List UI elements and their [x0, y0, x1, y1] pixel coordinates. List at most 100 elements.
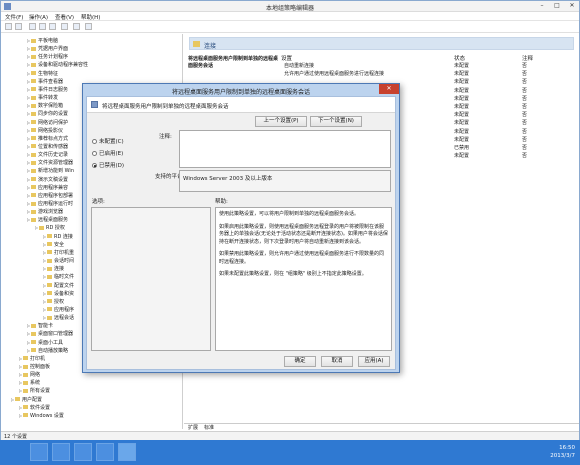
menu-action[interactable]: 操作(A): [29, 13, 48, 21]
tree-node[interactable]: ▷ 应用程序: [43, 306, 74, 313]
tab-extended[interactable]: 扩展: [188, 424, 198, 431]
powershell-icon[interactable]: [52, 443, 70, 461]
tree-node[interactable]: ▷ 生物特征: [27, 70, 58, 77]
internet-explorer-icon[interactable]: [96, 443, 114, 461]
tree-node[interactable]: ▷ 桌面小工具: [27, 339, 63, 346]
tree-node[interactable]: ▷ 数字保险箱: [27, 102, 63, 109]
column-setting[interactable]: 设置: [281, 54, 292, 62]
note-textarea[interactable]: [179, 130, 391, 168]
file-explorer-icon[interactable]: [74, 443, 92, 461]
tree-node[interactable]: ▷ 网络投影仪: [27, 127, 63, 134]
tree-node[interactable]: ▷ 设备和资: [43, 290, 74, 297]
tree-node[interactable]: ▷ 会话时间: [43, 257, 74, 264]
status-bar: 12 个设置: [1, 431, 579, 440]
up-icon[interactable]: [29, 23, 36, 30]
tree-node[interactable]: ▷ 安全: [43, 241, 64, 248]
radio-not-configured[interactable]: 未配置(C): [92, 137, 124, 145]
next-setting-button[interactable]: 下一个设置(N): [310, 116, 362, 127]
folder-icon: [31, 46, 36, 51]
tree-node[interactable]: ▷ 软件设置: [19, 404, 50, 411]
maximize-button[interactable]: □: [550, 1, 564, 11]
tree-node[interactable]: ▷ 自动播放策略: [27, 347, 68, 354]
menu-file[interactable]: 文件(F): [5, 13, 23, 21]
tree-node[interactable]: ▷ 位置和传感器: [27, 143, 68, 150]
dialog-close-button[interactable]: ✕: [379, 84, 399, 94]
radio-circle: [92, 151, 97, 156]
minimize-button[interactable]: –: [535, 1, 549, 11]
server-manager-icon[interactable]: [30, 443, 48, 461]
tree-node[interactable]: ▷ 授权: [43, 298, 64, 305]
apply-button[interactable]: 应用(A): [358, 356, 390, 367]
tree-node[interactable]: ▷ RD 连接: [43, 233, 73, 240]
setting-row-name[interactable]: 允许用户通过使用远程桌面服务进行远程连接: [284, 70, 384, 77]
tree-node[interactable]: ▷ 打印机重: [43, 249, 74, 256]
tree-node[interactable]: ▷ 事件日志服务: [27, 86, 68, 93]
forward-icon[interactable]: [15, 23, 22, 30]
properties-icon[interactable]: [73, 23, 80, 30]
tree-node[interactable]: ▷ 打印机: [19, 355, 45, 362]
setting-row-state: 未配置: [454, 79, 470, 86]
show-hide-tree-icon[interactable]: [39, 23, 46, 30]
tree-node-label: 事件日志服务: [38, 86, 69, 93]
menu-view[interactable]: 查看(V): [55, 13, 74, 21]
radio-disabled[interactable]: 已禁用(D): [92, 161, 124, 169]
tree-node[interactable]: ▷ 桌面窗口管理器: [27, 330, 73, 337]
setting-row-name[interactable]: 自动重新连接: [284, 62, 314, 69]
tree-node[interactable]: ▷ 远程会话: [43, 314, 74, 321]
close-button[interactable]: ✕: [565, 1, 579, 11]
column-note[interactable]: 注释: [522, 54, 533, 62]
tree-node[interactable]: ▷ 同步你的设置: [27, 110, 68, 117]
tree-node[interactable]: ▷ 凭据用户界面: [27, 45, 68, 52]
tree-node[interactable]: ▷ 事件查看器: [27, 78, 63, 85]
tree-node[interactable]: ▷ 任务计划程序: [27, 53, 68, 60]
folder-icon: [31, 144, 36, 149]
tree-node[interactable]: ▷ 网络: [19, 371, 40, 378]
tab-standard[interactable]: 标准: [204, 424, 214, 431]
menu-help[interactable]: 帮助(H): [81, 13, 100, 21]
tree-node[interactable]: ▷ 应用程序包部署: [27, 192, 73, 199]
tree-node[interactable]: ▷ 系统: [19, 379, 40, 386]
tree-node[interactable]: ▷ Windows 设置: [19, 412, 64, 419]
tree-node[interactable]: ▷ 演示文稿设置: [27, 176, 68, 183]
folder-icon: [47, 299, 52, 304]
radio-enabled[interactable]: 已启用(E): [92, 149, 123, 157]
tree-node-label: 设备和资: [54, 290, 75, 297]
tree-node[interactable]: ▷ 临时文件: [43, 273, 74, 280]
tree-node[interactable]: ▷ 新增功能到 Win: [27, 167, 74, 174]
folder-icon: [31, 79, 36, 84]
column-state[interactable]: 状态: [454, 54, 465, 62]
help-panel[interactable]: 使用此策略设置，可以将用户限制到单独的远程桌面服务会话。 如果启用此策略设置，则…: [215, 207, 392, 351]
tree-node[interactable]: ▷ 网络访问保护: [27, 119, 68, 126]
tree-node[interactable]: ▷ 控制面板: [19, 363, 50, 370]
tree-node[interactable]: ▷ 推荐标点方式: [27, 135, 68, 142]
tree-node[interactable]: ▷ 设备和驱动程序兼容性: [27, 61, 88, 68]
tree-node[interactable]: ▷ 配置文件: [43, 282, 74, 289]
tree-node[interactable]: ▷ 远程桌面服务: [27, 216, 68, 223]
folder-icon: [23, 405, 28, 410]
tree-node[interactable]: ▷ 应用程序兼容: [27, 184, 68, 191]
tree-node[interactable]: ▷ 所有设置: [19, 387, 50, 394]
tree-node[interactable]: ▷ 用户配置: [11, 396, 42, 403]
ok-button[interactable]: 确定: [284, 356, 316, 367]
tree-node[interactable]: ▷ 智能卡: [27, 322, 53, 329]
setting-row-note: 否: [522, 87, 528, 94]
tree-node[interactable]: ▷ 文件资源管理器: [27, 159, 73, 166]
tree-node[interactable]: ▷ 应用程序运行时: [27, 200, 73, 207]
folder-icon: [23, 413, 28, 418]
filter-icon[interactable]: [85, 23, 92, 30]
tree-node[interactable]: ▷ 连接: [43, 265, 64, 272]
help-paragraph: 如果禁用此策略设置，则允许用户通过使用远程桌面服务进行不限数量的同时远程连接。: [219, 251, 385, 265]
previous-setting-button[interactable]: 上一个设置(P): [255, 116, 307, 127]
back-icon[interactable]: [5, 23, 12, 30]
tree-node[interactable]: ▷ 文件历史记录: [27, 151, 68, 158]
group-policy-icon[interactable]: [118, 443, 136, 461]
export-icon[interactable]: [49, 23, 56, 30]
tree-node[interactable]: ▷ 事件转发: [27, 94, 58, 101]
tree-node[interactable]: ▷ 平板电脑: [27, 37, 58, 44]
tree-node[interactable]: ▷ RD 授权: [35, 224, 65, 231]
help-icon[interactable]: [61, 23, 68, 30]
clock[interactable]: 16:50 2013/3/7: [535, 444, 575, 460]
tree-node[interactable]: ▷ 游戏浏览器: [27, 208, 63, 215]
tree-node-label: 所有设置: [30, 388, 51, 395]
cancel-button[interactable]: 取消: [321, 356, 353, 367]
